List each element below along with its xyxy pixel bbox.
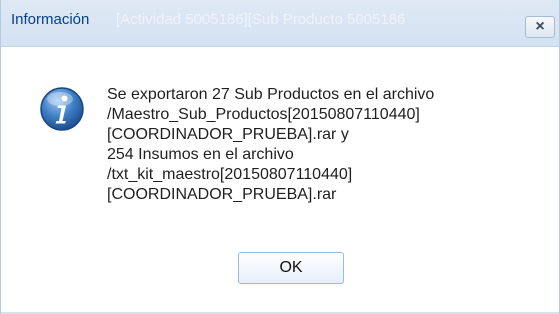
message-line: [COORDINADOR_PRUEBA].rar [107,186,337,203]
close-button[interactable]: × [525,16,555,38]
message-line: /txt_kit_maestro[20150807110440] [107,166,353,183]
background-window-title: [Actividad 5005186][Sub Producto 5005186 [116,11,406,28]
message-line: [COORDINADOR_PRUEBA].rar y [107,126,349,143]
info-icon [39,86,85,132]
message-line: /Maestro_Sub_Productos[20150807110440] [107,106,420,123]
message-dialog: [Actividad 5005186][Sub Producto 5005186… [0,0,560,314]
message-line: 254 Insumos en el archivo [107,146,294,163]
message-line: Se exportaron 27 Sub Productos en el arc… [107,86,435,103]
dialog-titlebar[interactable]: [Actividad 5005186][Sub Producto 5005186… [1,0,559,47]
ok-button[interactable]: OK [238,252,344,284]
dialog-message: Se exportaron 27 Sub Productos en el arc… [107,85,547,205]
dialog-title: Información [11,11,90,28]
close-icon: × [535,18,545,35]
